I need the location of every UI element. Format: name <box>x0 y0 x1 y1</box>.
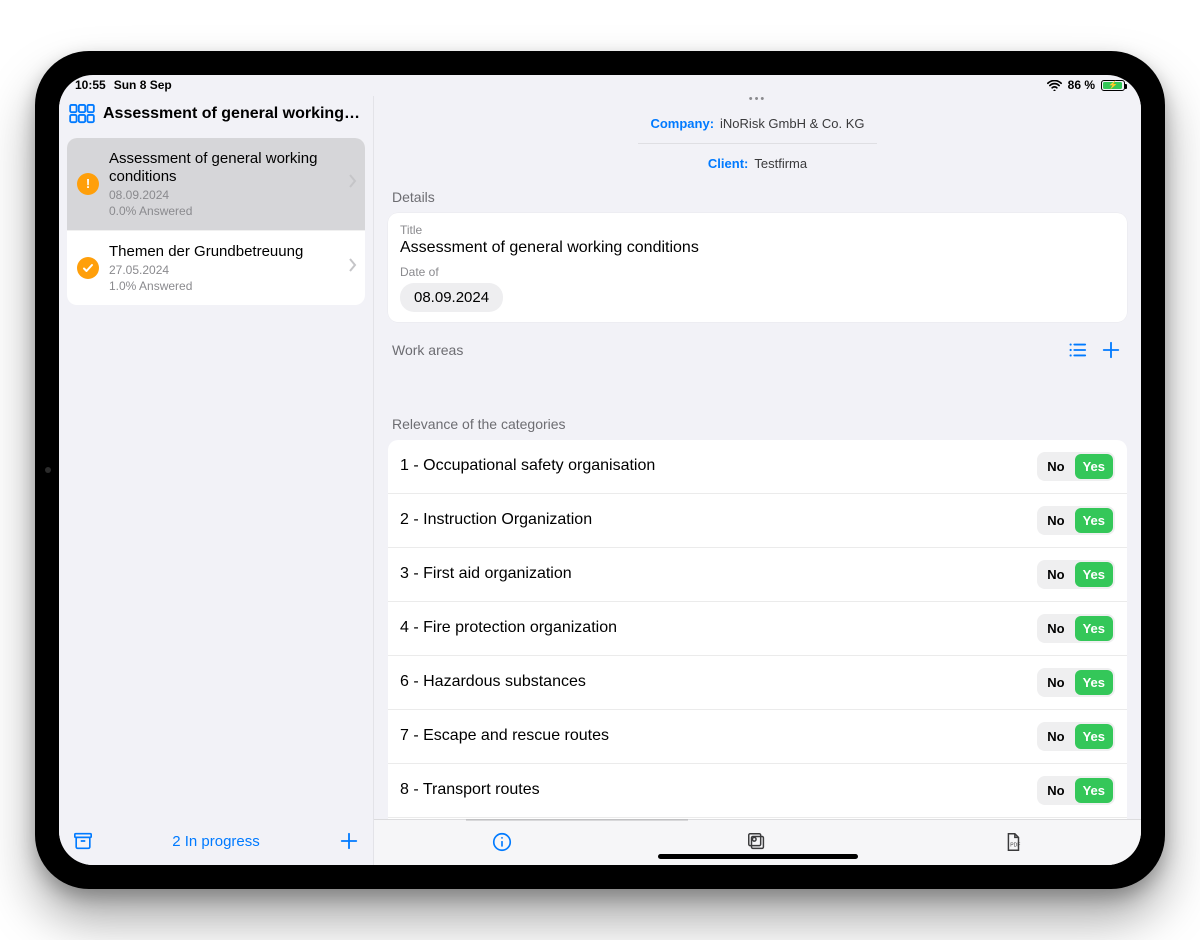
toggle-yes[interactable]: Yes <box>1075 778 1113 803</box>
category-label: 8 - Transport routes <box>400 781 1027 799</box>
company-label: Company: <box>650 116 714 131</box>
toggle-yes[interactable]: Yes <box>1075 508 1113 533</box>
category-row: 6 - Hazardous substances NoYes <box>388 656 1127 710</box>
relevance-toggle[interactable]: NoYes <box>1037 668 1115 697</box>
archive-button[interactable] <box>73 831 93 851</box>
tab-pdf[interactable]: PDF <box>989 831 1037 853</box>
toggle-no[interactable]: No <box>1039 670 1072 695</box>
category-row: 8 - Transport routes NoYes <box>388 764 1127 818</box>
category-row: 4 - Fire protection organization NoYes <box>388 602 1127 656</box>
section-heading-categories: Relevance of the categories <box>388 416 1127 440</box>
categories-group: 1 - Occupational safety organisationNoYe… <box>388 440 1127 819</box>
list-item-date: 08.09.2024 <box>109 188 339 202</box>
toggle-yes[interactable]: Yes <box>1075 562 1113 587</box>
category-row: 2 - Instruction Organization NoYes <box>388 494 1127 548</box>
category-label: 3 - First aid organization <box>400 565 1027 583</box>
detail-header: Company: iNoRisk GmbH & Co. KG Client: T… <box>374 102 1141 189</box>
list-item-title: Assessment of general working conditions <box>109 150 339 186</box>
category-label: 7 - Escape and rescue routes <box>400 727 1027 745</box>
assessment-detail: ••• Company: iNoRisk GmbH & Co. KG Clien… <box>374 96 1141 865</box>
toggle-yes[interactable]: Yes <box>1075 724 1113 749</box>
home-indicator[interactable] <box>658 854 858 859</box>
tab-photos[interactable] <box>733 831 781 853</box>
sidebar-title: Assessment of general working co… <box>103 105 363 123</box>
apps-grid-icon[interactable] <box>69 104 95 124</box>
toggle-no[interactable]: No <box>1039 778 1072 803</box>
wifi-icon <box>1047 80 1062 91</box>
category-label: 1 - Occupational safety organisation <box>400 457 1027 475</box>
status-bar: 10:55 Sun 8 Sep 86 % ⚡ <box>59 75 1141 96</box>
section-heading-workareas: Work areas <box>392 342 463 358</box>
svg-text:PDF: PDF <box>1010 843 1020 849</box>
toggle-no[interactable]: No <box>1039 724 1072 749</box>
add-assessment-button[interactable] <box>339 831 359 851</box>
list-item-date: 27.05.2024 <box>109 263 339 277</box>
relevance-toggle[interactable]: NoYes <box>1037 722 1115 751</box>
relevance-toggle[interactable]: NoYes <box>1037 452 1115 481</box>
relevance-toggle[interactable]: NoYes <box>1037 506 1115 535</box>
tab-info[interactable] <box>478 831 526 853</box>
assessment-sidebar: Assessment of general working co… ! Asse… <box>59 96 374 865</box>
toggle-no[interactable]: No <box>1039 616 1072 641</box>
title-field-label: Title <box>400 223 1115 237</box>
category-label: 2 - Instruction Organization <box>400 511 1027 529</box>
status-time: 10:55 <box>75 78 106 92</box>
relevance-toggle[interactable]: NoYes <box>1037 614 1115 643</box>
sidebar-footer-label: 2 In progress <box>103 833 329 850</box>
status-warning-icon: ! <box>77 173 99 195</box>
toggle-yes[interactable]: Yes <box>1075 454 1113 479</box>
company-value: iNoRisk GmbH & Co. KG <box>720 116 864 131</box>
relevance-toggle[interactable]: NoYes <box>1037 560 1115 589</box>
category-row: 3 - First aid organization NoYes <box>388 548 1127 602</box>
date-field-label: Date of <box>400 265 1115 279</box>
battery-icon: ⚡ <box>1101 80 1125 91</box>
detail-tabbar: PDF <box>374 819 1141 865</box>
workareas-list-button[interactable] <box>1067 340 1087 360</box>
section-heading-details: Details <box>388 189 1127 213</box>
status-date: Sun 8 Sep <box>114 78 172 92</box>
list-item-progress: 1.0% Answered <box>109 279 339 293</box>
battery-percent: 86 % <box>1068 78 1095 92</box>
client-value: Testfirma <box>754 156 807 171</box>
tablet-camera <box>45 467 51 473</box>
chevron-right-icon <box>349 258 357 277</box>
toggle-yes[interactable]: Yes <box>1075 616 1113 641</box>
client-label: Client: <box>708 156 748 171</box>
details-group: Title Assessment of general working cond… <box>388 213 1127 322</box>
toggle-no[interactable]: No <box>1039 508 1072 533</box>
toggle-no[interactable]: No <box>1039 562 1072 587</box>
relevance-toggle[interactable]: NoYes <box>1037 776 1115 805</box>
assessment-list-item[interactable]: Themen der Grundbetreuung 27.05.2024 1.0… <box>67 230 365 305</box>
list-item-progress: 0.0% Answered <box>109 204 339 218</box>
category-row: 7 - Escape and rescue routes NoYes <box>388 710 1127 764</box>
workareas-add-button[interactable] <box>1101 340 1121 360</box>
category-label: 4 - Fire protection organization <box>400 619 1027 637</box>
toggle-yes[interactable]: Yes <box>1075 670 1113 695</box>
category-label: 6 - Hazardous substances <box>400 673 1027 691</box>
date-chip[interactable]: 08.09.2024 <box>400 283 503 312</box>
title-field-value[interactable]: Assessment of general working conditions <box>400 237 1115 265</box>
category-row: 1 - Occupational safety organisation NoYe… <box>388 440 1127 494</box>
list-item-title: Themen der Grundbetreuung <box>109 243 339 261</box>
toggle-no[interactable]: No <box>1039 454 1072 479</box>
chevron-right-icon <box>349 174 357 193</box>
assessment-list-item[interactable]: ! Assessment of general working conditio… <box>67 138 365 230</box>
status-ok-icon <box>77 257 99 279</box>
